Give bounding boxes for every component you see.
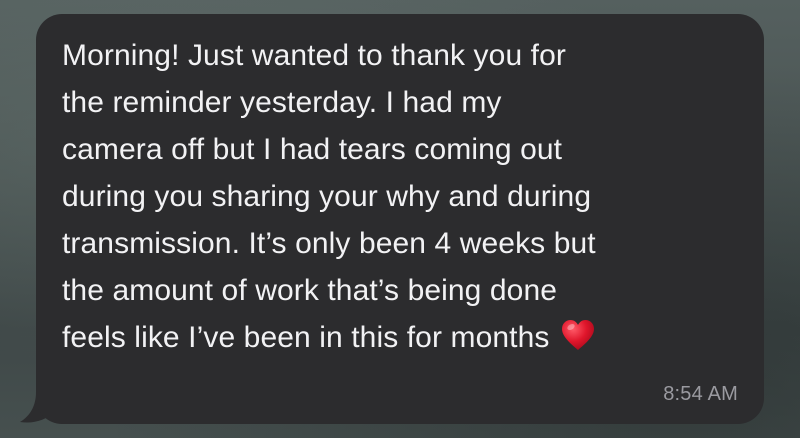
message-text: Morning! Just wanted to thank you for th… [62,32,736,361]
message-timestamp: 8:54 AM [663,383,738,405]
red-heart-icon [562,320,595,350]
message-line: the amount of work that’s being done [62,274,558,307]
message-line: Morning! Just wanted to thank you for [62,39,566,72]
message-line: during you sharing your why and during [62,180,592,213]
message-line: transmission. It’s only been 4 weeks but [62,227,596,260]
message-line: feels like I’ve been in this for months [62,321,550,354]
message-line: camera off but I had tears coming out [62,133,563,166]
message-line: the reminder yesterday. I had my [62,86,502,119]
message-line-last: feels like I’ve been in this for months [62,314,736,361]
incoming-message-bubble[interactable]: Morning! Just wanted to thank you for th… [36,14,764,424]
